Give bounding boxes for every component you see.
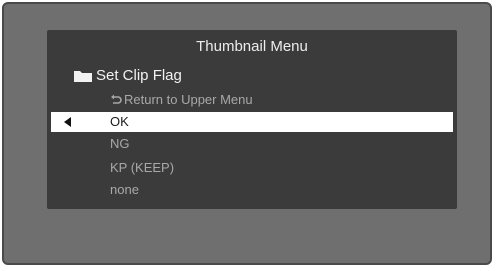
menu-title: Thumbnail Menu bbox=[196, 38, 308, 55]
cursor-arrow-icon bbox=[64, 117, 71, 127]
menu-heading-label: Set Clip Flag bbox=[96, 67, 182, 84]
folder-icon bbox=[73, 69, 93, 83]
option-label: KP (KEEP) bbox=[110, 160, 175, 175]
option-kp-keep[interactable]: KP (KEEP) bbox=[47, 158, 457, 178]
option-ok[interactable]: OK bbox=[51, 112, 453, 132]
menu-screen: Thumbnail Menu Set Clip Flag Return to U… bbox=[47, 30, 457, 209]
option-label: NG bbox=[110, 136, 130, 151]
return-arrow-icon bbox=[110, 94, 122, 106]
option-ng[interactable]: NG bbox=[47, 134, 457, 154]
return-label: Return to Upper Menu bbox=[124, 92, 253, 107]
return-to-upper-menu[interactable]: Return to Upper Menu bbox=[110, 92, 253, 107]
option-label: none bbox=[110, 182, 139, 197]
option-none[interactable]: none bbox=[47, 180, 457, 200]
menu-heading: Set Clip Flag bbox=[73, 67, 182, 84]
option-label: OK bbox=[110, 114, 129, 129]
